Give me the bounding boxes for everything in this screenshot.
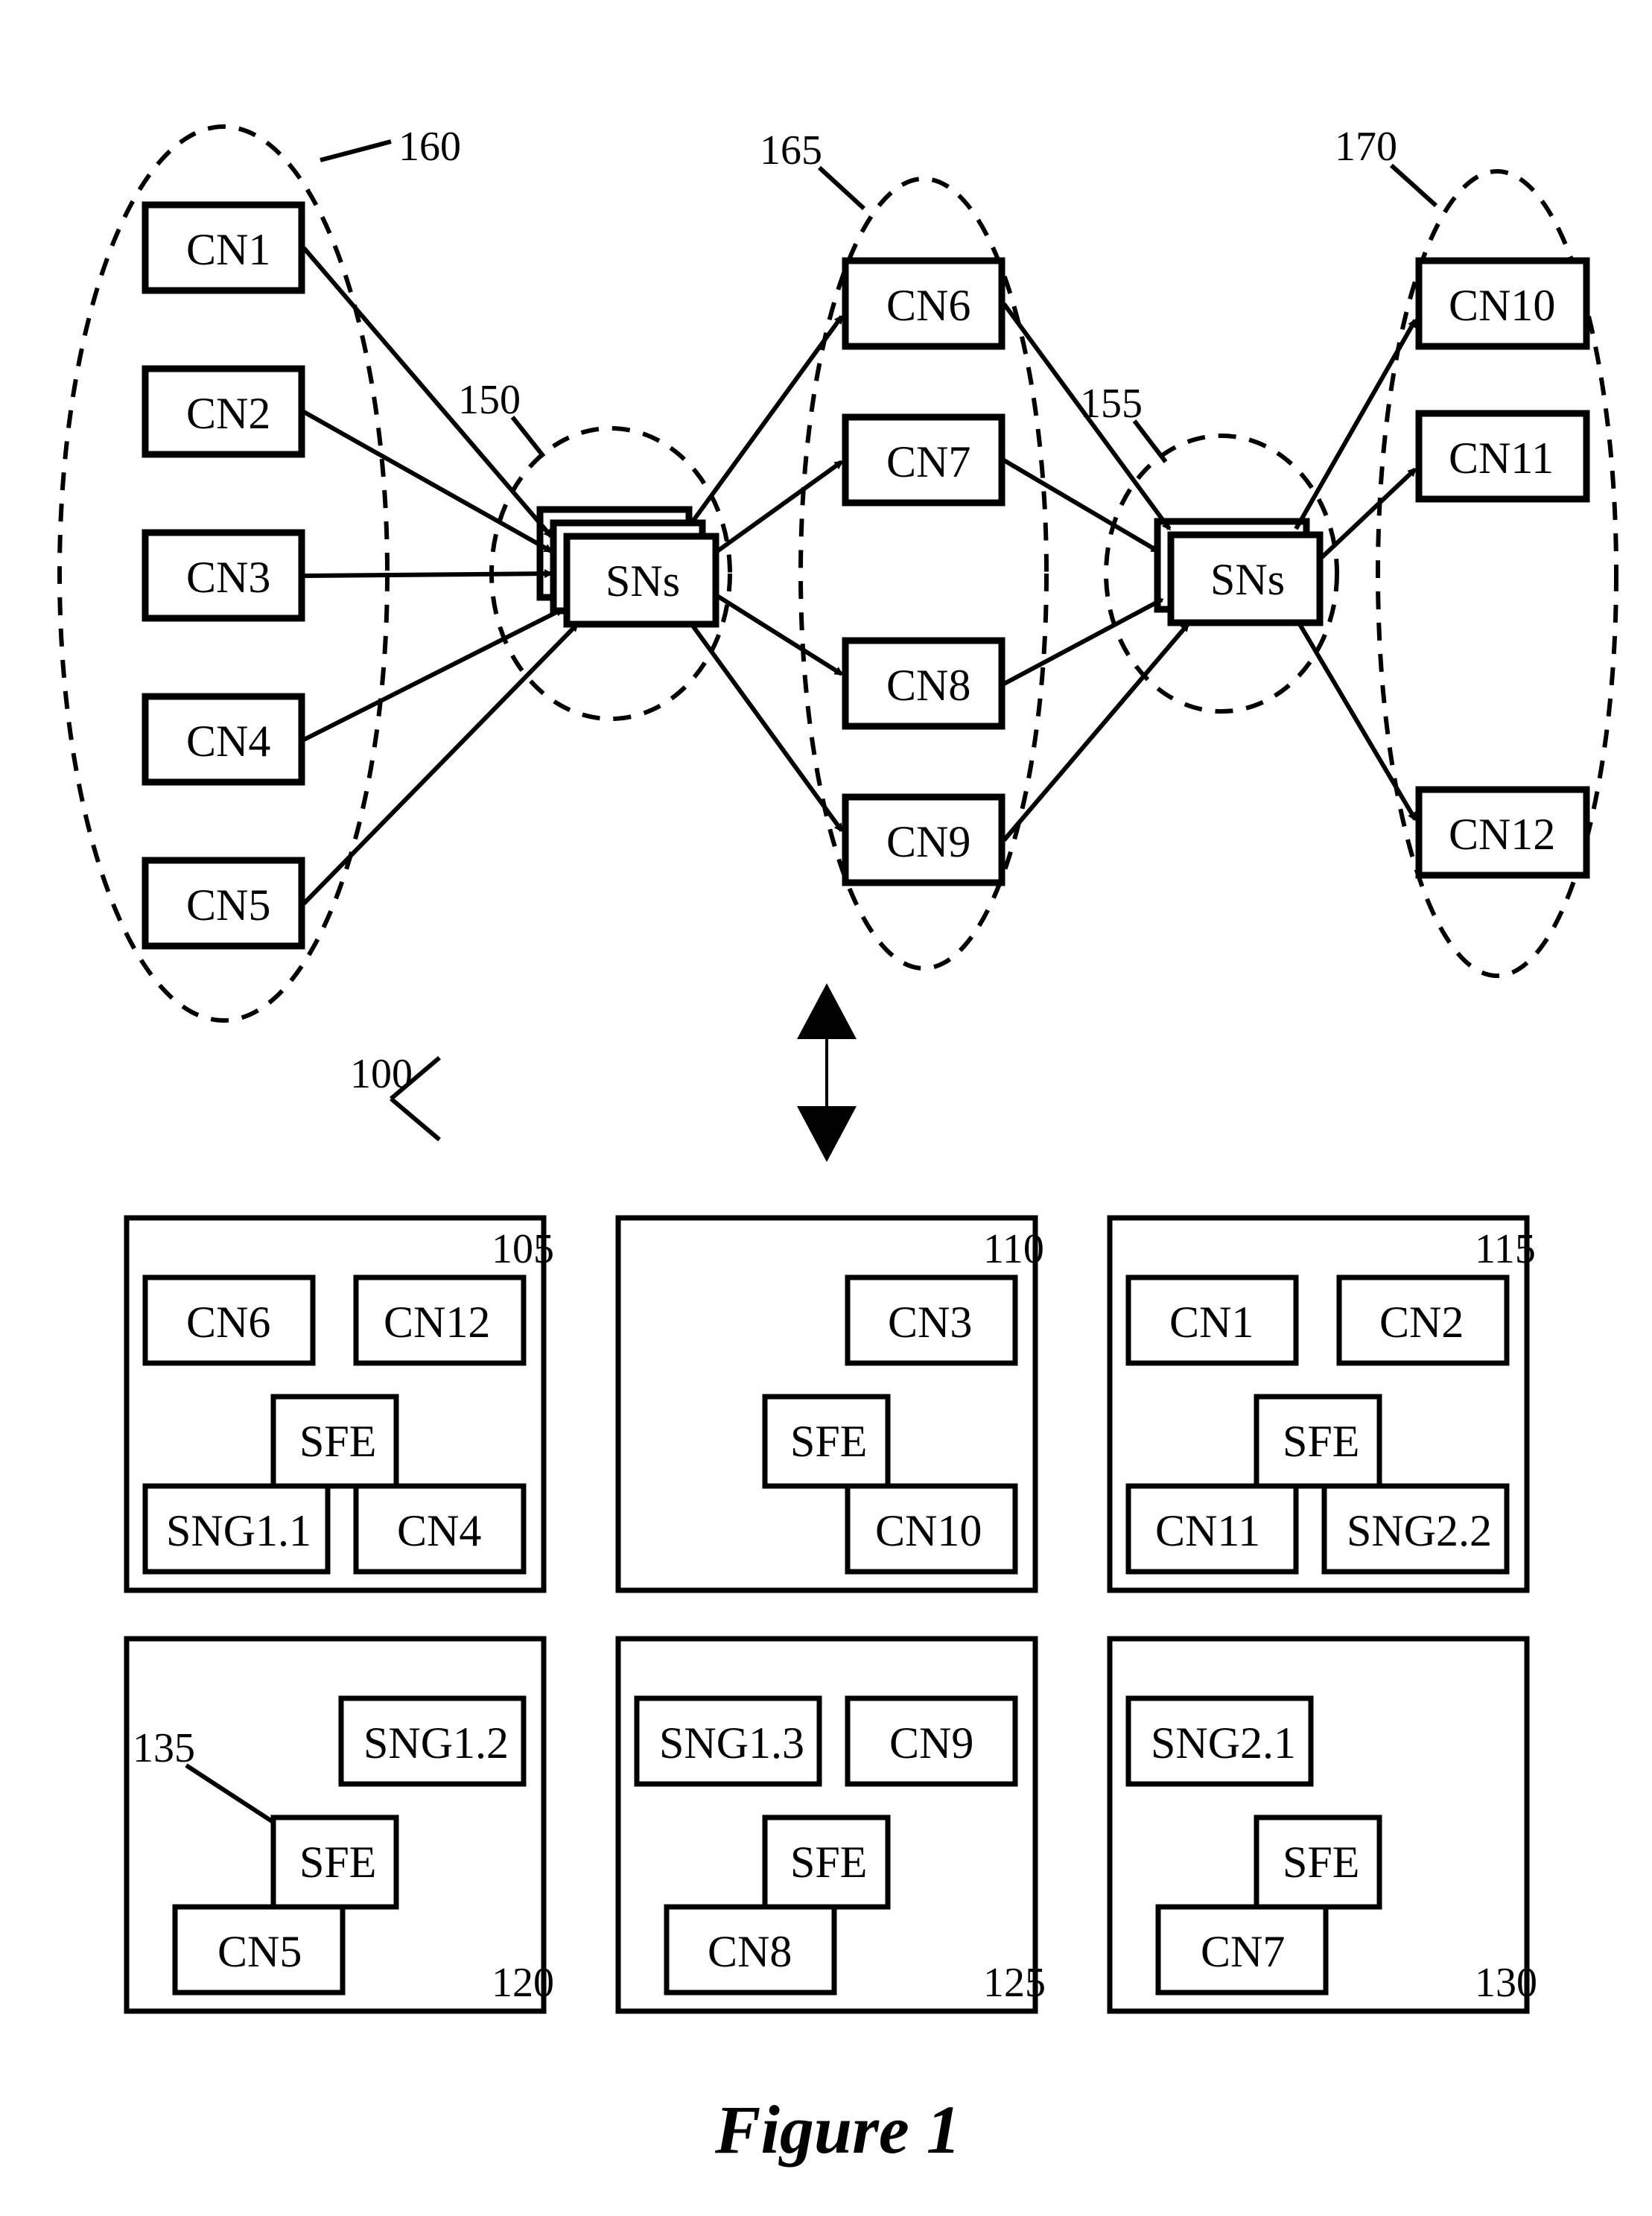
group-160-nodes: CN1 CN2 CN3 CN4 CN5 — [145, 205, 302, 946]
cn5-label: CN5 — [186, 880, 270, 930]
sns-stack-155: SNs — [1157, 521, 1320, 623]
sns-stack-150: SNs — [540, 509, 716, 624]
cn1-label: CN1 — [186, 225, 270, 274]
top-diagram: 160 CN1 CN2 CN3 CN4 CN5 150 SNs 165 CN6 … — [60, 124, 1616, 1020]
svg-text:SNG2.1: SNG2.1 — [1151, 1718, 1296, 1768]
svg-text:CN11: CN11 — [1155, 1506, 1260, 1555]
host-130: 130 SNG2.1 SFE CN7 — [1110, 1639, 1537, 2011]
svg-text:CN3: CN3 — [888, 1298, 972, 1347]
cn3-label: CN3 — [186, 553, 270, 602]
figure-label: Figure 1 — [714, 2092, 961, 2168]
svg-text:CN12: CN12 — [384, 1298, 490, 1347]
svg-text:CN5: CN5 — [217, 1927, 302, 1976]
ref-135: 135 — [133, 1725, 195, 1771]
cn2-label: CN2 — [186, 389, 270, 438]
ref-165: 165 — [760, 127, 822, 174]
svg-text:CN2: CN2 — [1379, 1298, 1464, 1347]
host-105: 105 CN6 CN12 SFE SNG1.1 CN4 — [127, 1218, 554, 1590]
cn11-label: CN11 — [1449, 434, 1554, 483]
ref-150: 150 — [458, 377, 521, 423]
ref-170: 170 — [1335, 124, 1397, 170]
svg-text:SFE: SFE — [1283, 1838, 1359, 1887]
host-120: 120 SNG1.2 SFE 135 CN5 — [127, 1639, 554, 2011]
svg-text:115: 115 — [1475, 1226, 1536, 1272]
group-170-nodes: CN10 CN11 CN12 — [1419, 261, 1586, 875]
cn6-label: CN6 — [886, 281, 970, 330]
svg-text:CN6: CN6 — [186, 1298, 270, 1347]
svg-text:SNG2.2: SNG2.2 — [1347, 1506, 1492, 1555]
svg-text:SFE: SFE — [299, 1838, 376, 1887]
svg-text:130: 130 — [1475, 1960, 1537, 2006]
host-110: 110 CN3 SFE CN10 — [618, 1218, 1044, 1590]
host-115: 115 CN1 CN2 SFE CN11 SNG2.2 — [1110, 1218, 1536, 1590]
cn8-label: CN8 — [886, 661, 970, 710]
svg-text:SNG1.1: SNG1.1 — [166, 1506, 311, 1555]
svg-text:SNG1.3: SNG1.3 — [659, 1718, 804, 1768]
svg-text:CN8: CN8 — [708, 1927, 792, 1976]
svg-text:CN1: CN1 — [1169, 1298, 1254, 1347]
svg-text:SNG1.2: SNG1.2 — [363, 1718, 509, 1768]
svg-text:SFE: SFE — [1283, 1417, 1359, 1466]
svg-text:CN9: CN9 — [889, 1718, 973, 1768]
svg-text:105: 105 — [492, 1226, 554, 1272]
svg-text:SFE: SFE — [299, 1417, 376, 1466]
svg-text:110: 110 — [983, 1226, 1044, 1272]
double-arrow — [797, 983, 857, 1162]
svg-text:120: 120 — [492, 1960, 554, 2006]
svg-text:SFE: SFE — [790, 1838, 867, 1887]
sns-155-label: SNs — [1210, 555, 1285, 604]
system-ref: 100 — [350, 1051, 439, 1140]
cn4-label: CN4 — [186, 717, 270, 766]
svg-text:CN10: CN10 — [875, 1506, 982, 1555]
cn10-label: CN10 — [1449, 281, 1555, 330]
host-125: 125 SNG1.3 CN9 SFE CN8 — [618, 1639, 1046, 2011]
cn7-label: CN7 — [886, 437, 970, 486]
group-165-nodes: CN6 CN7 CN8 CN9 — [845, 261, 1002, 883]
svg-text:CN4: CN4 — [397, 1506, 481, 1555]
svg-text:125: 125 — [983, 1960, 1046, 2006]
svg-text:SFE: SFE — [790, 1417, 867, 1466]
sns-150-label: SNs — [606, 556, 680, 606]
arrows-160-to-150 — [304, 248, 577, 904]
ref-160: 160 — [398, 124, 461, 170]
cn9-label: CN9 — [886, 817, 970, 866]
svg-text:CN7: CN7 — [1201, 1927, 1285, 1976]
cn12-label: CN12 — [1449, 810, 1555, 859]
